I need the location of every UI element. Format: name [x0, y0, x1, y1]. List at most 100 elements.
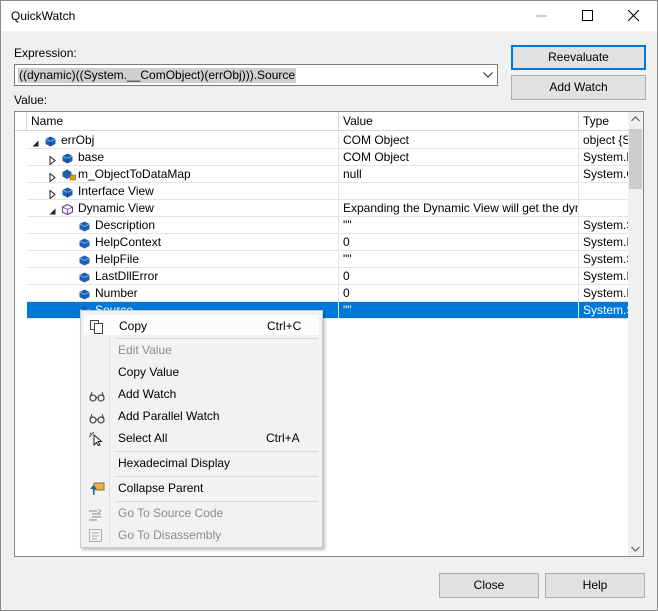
object-icon: [45, 135, 56, 148]
cell-value[interactable]: 0: [339, 285, 579, 302]
menu-item-label: Go To Disassembly: [118, 528, 222, 542]
column-header-name[interactable]: Name: [27, 112, 339, 131]
property-icon: [79, 271, 90, 284]
cell-name[interactable]: errObj: [27, 132, 339, 149]
expression-label: Expression:: [14, 46, 77, 60]
cell-type[interactable]: System.MarshalByRefObject: [579, 149, 629, 166]
help-button[interactable]: Help: [545, 573, 645, 598]
expanded-triangle-icon[interactable]: [48, 204, 57, 216]
menu-item-add-parallel-watch[interactable]: Add Parallel Watch: [83, 405, 320, 427]
menu-item-copy[interactable]: Copy Ctrl+C: [83, 314, 320, 336]
cell-value[interactable]: "": [339, 217, 579, 234]
menu-item-label: Hexadecimal Display: [118, 456, 231, 470]
table-row[interactable]: base COM ObjectSystem.MarshalByRefObject: [15, 149, 629, 166]
table-row[interactable]: errObj COM Objectobject {System.__ComObje…: [15, 132, 629, 149]
cell-name[interactable]: base: [27, 149, 339, 166]
property-icon: [79, 220, 90, 233]
glasses-icon: [89, 409, 105, 424]
row-gutter: [15, 132, 27, 149]
cell-name[interactable]: Number: [27, 285, 339, 302]
maximize-button[interactable]: [565, 1, 611, 31]
cell-name[interactable]: LastDllError: [27, 268, 339, 285]
table-row[interactable]: LastDllError 0System.Int32: [15, 268, 629, 285]
table-row[interactable]: Interface View: [15, 183, 629, 200]
cell-name[interactable]: Description: [27, 217, 339, 234]
table-row[interactable]: HelpContext 0System.Int32: [15, 234, 629, 251]
glasses-icon: [89, 387, 105, 402]
row-gutter: [15, 166, 27, 183]
cell-name[interactable]: HelpFile: [27, 251, 339, 268]
cell-type[interactable]: System.Int32: [579, 268, 629, 285]
chevron-down-icon: [483, 72, 493, 78]
cell-type[interactable]: System.Int32: [579, 285, 629, 302]
cell-name[interactable]: Interface View: [27, 183, 339, 200]
scrollbar-thumb[interactable]: [629, 129, 642, 189]
cell-type[interactable]: System.String: [579, 302, 629, 319]
row-gutter: [15, 200, 27, 217]
cell-value[interactable]: Expanding the Dynamic View will get the …: [339, 200, 579, 217]
cell-name[interactable]: m_ObjectToDataMap: [27, 166, 339, 183]
column-header-type[interactable]: Type: [579, 112, 629, 131]
expression-input[interactable]: ((dynamic)((System.__ComObject)(errObj))…: [18, 68, 297, 83]
collapsed-triangle-icon[interactable]: [48, 170, 57, 182]
collapsed-triangle-icon[interactable]: [48, 153, 57, 165]
private-field-icon: [62, 169, 76, 182]
close-window-button[interactable]: [611, 1, 657, 31]
menu-item-hexadecimal-display[interactable]: Hexadecimal Display: [83, 452, 320, 474]
add-watch-button[interactable]: Add Watch: [511, 75, 646, 100]
cell-value[interactable]: null: [339, 166, 579, 183]
cell-name[interactable]: HelpContext: [27, 234, 339, 251]
cell-value[interactable]: [339, 183, 579, 200]
collapsed-triangle-icon[interactable]: [48, 187, 57, 199]
row-gutter: [15, 251, 27, 268]
cell-type[interactable]: object {System.__ComObject}: [579, 132, 629, 149]
table-row[interactable]: Dynamic View Expanding the Dynamic View w…: [15, 200, 629, 217]
menu-item-go-to-source-code[interactable]: Go To Source Code: [83, 502, 320, 524]
cell-type[interactable]: System.String: [579, 251, 629, 268]
close-button[interactable]: Close: [439, 573, 539, 598]
table-row[interactable]: HelpFile ""System.String: [15, 251, 629, 268]
cell-value[interactable]: "": [339, 251, 579, 268]
row-gutter: [15, 234, 27, 251]
row-name-text: base: [78, 150, 105, 164]
expanded-triangle-icon[interactable]: [31, 136, 40, 148]
cell-type[interactable]: System.Collections.Hashtable: [579, 166, 629, 183]
minimize-button[interactable]: [519, 1, 565, 31]
cell-value[interactable]: COM Object: [339, 132, 579, 149]
reevaluate-button[interactable]: Reevaluate: [511, 45, 646, 70]
cell-value[interactable]: 0: [339, 268, 579, 285]
cell-type[interactable]: [579, 200, 629, 217]
scroll-up-icon[interactable]: [631, 116, 640, 122]
expression-dropdown-button[interactable]: [479, 65, 497, 85]
cell-value[interactable]: COM Object: [339, 149, 579, 166]
table-row[interactable]: Number 0System.Int32: [15, 285, 629, 302]
window-title: QuickWatch: [11, 9, 76, 23]
menu-item-add-watch[interactable]: Add Watch: [83, 383, 320, 405]
cell-type[interactable]: System.Int32: [579, 234, 629, 251]
menu-item-select-all[interactable]: Select All Ctrl+A: [83, 427, 320, 449]
close-icon: [628, 10, 640, 22]
expression-combobox[interactable]: ((dynamic)((System.__ComObject)(errObj))…: [14, 64, 498, 86]
row-name-text: Number: [95, 286, 138, 300]
menu-item-collapse-parent[interactable]: Collapse Parent: [83, 477, 320, 499]
menu-item-edit-value[interactable]: Edit Value: [83, 339, 320, 361]
menu-item-label: Copy: [119, 319, 148, 333]
row-name-text: errObj: [61, 133, 95, 147]
cell-value[interactable]: 0: [339, 234, 579, 251]
cell-value[interactable]: "": [339, 302, 579, 319]
value-label: Value:: [14, 93, 48, 107]
cell-type[interactable]: System.String: [579, 217, 629, 234]
vertical-scrollbar[interactable]: [628, 112, 643, 556]
table-row[interactable]: m_ObjectToDataMap nullSystem.Collections.…: [15, 166, 629, 183]
menu-item-copy-value[interactable]: Copy Value: [83, 361, 320, 383]
menu-item-label: Add Parallel Watch: [118, 409, 220, 423]
cell-type[interactable]: [579, 183, 629, 200]
scroll-down-icon[interactable]: [631, 546, 640, 552]
menu-item-go-to-disassembly[interactable]: Go To Disassembly: [83, 524, 320, 546]
menu-item-label: Copy Value: [118, 365, 180, 379]
column-header-value[interactable]: Value: [339, 112, 579, 131]
title-bar[interactable]: QuickWatch: [1, 1, 657, 31]
table-row[interactable]: Description ""System.String: [15, 217, 629, 234]
context-menu: Copy Ctrl+C Edit Value Copy Value Add Watch A…: [80, 310, 323, 548]
cell-name[interactable]: Dynamic View: [27, 200, 339, 217]
